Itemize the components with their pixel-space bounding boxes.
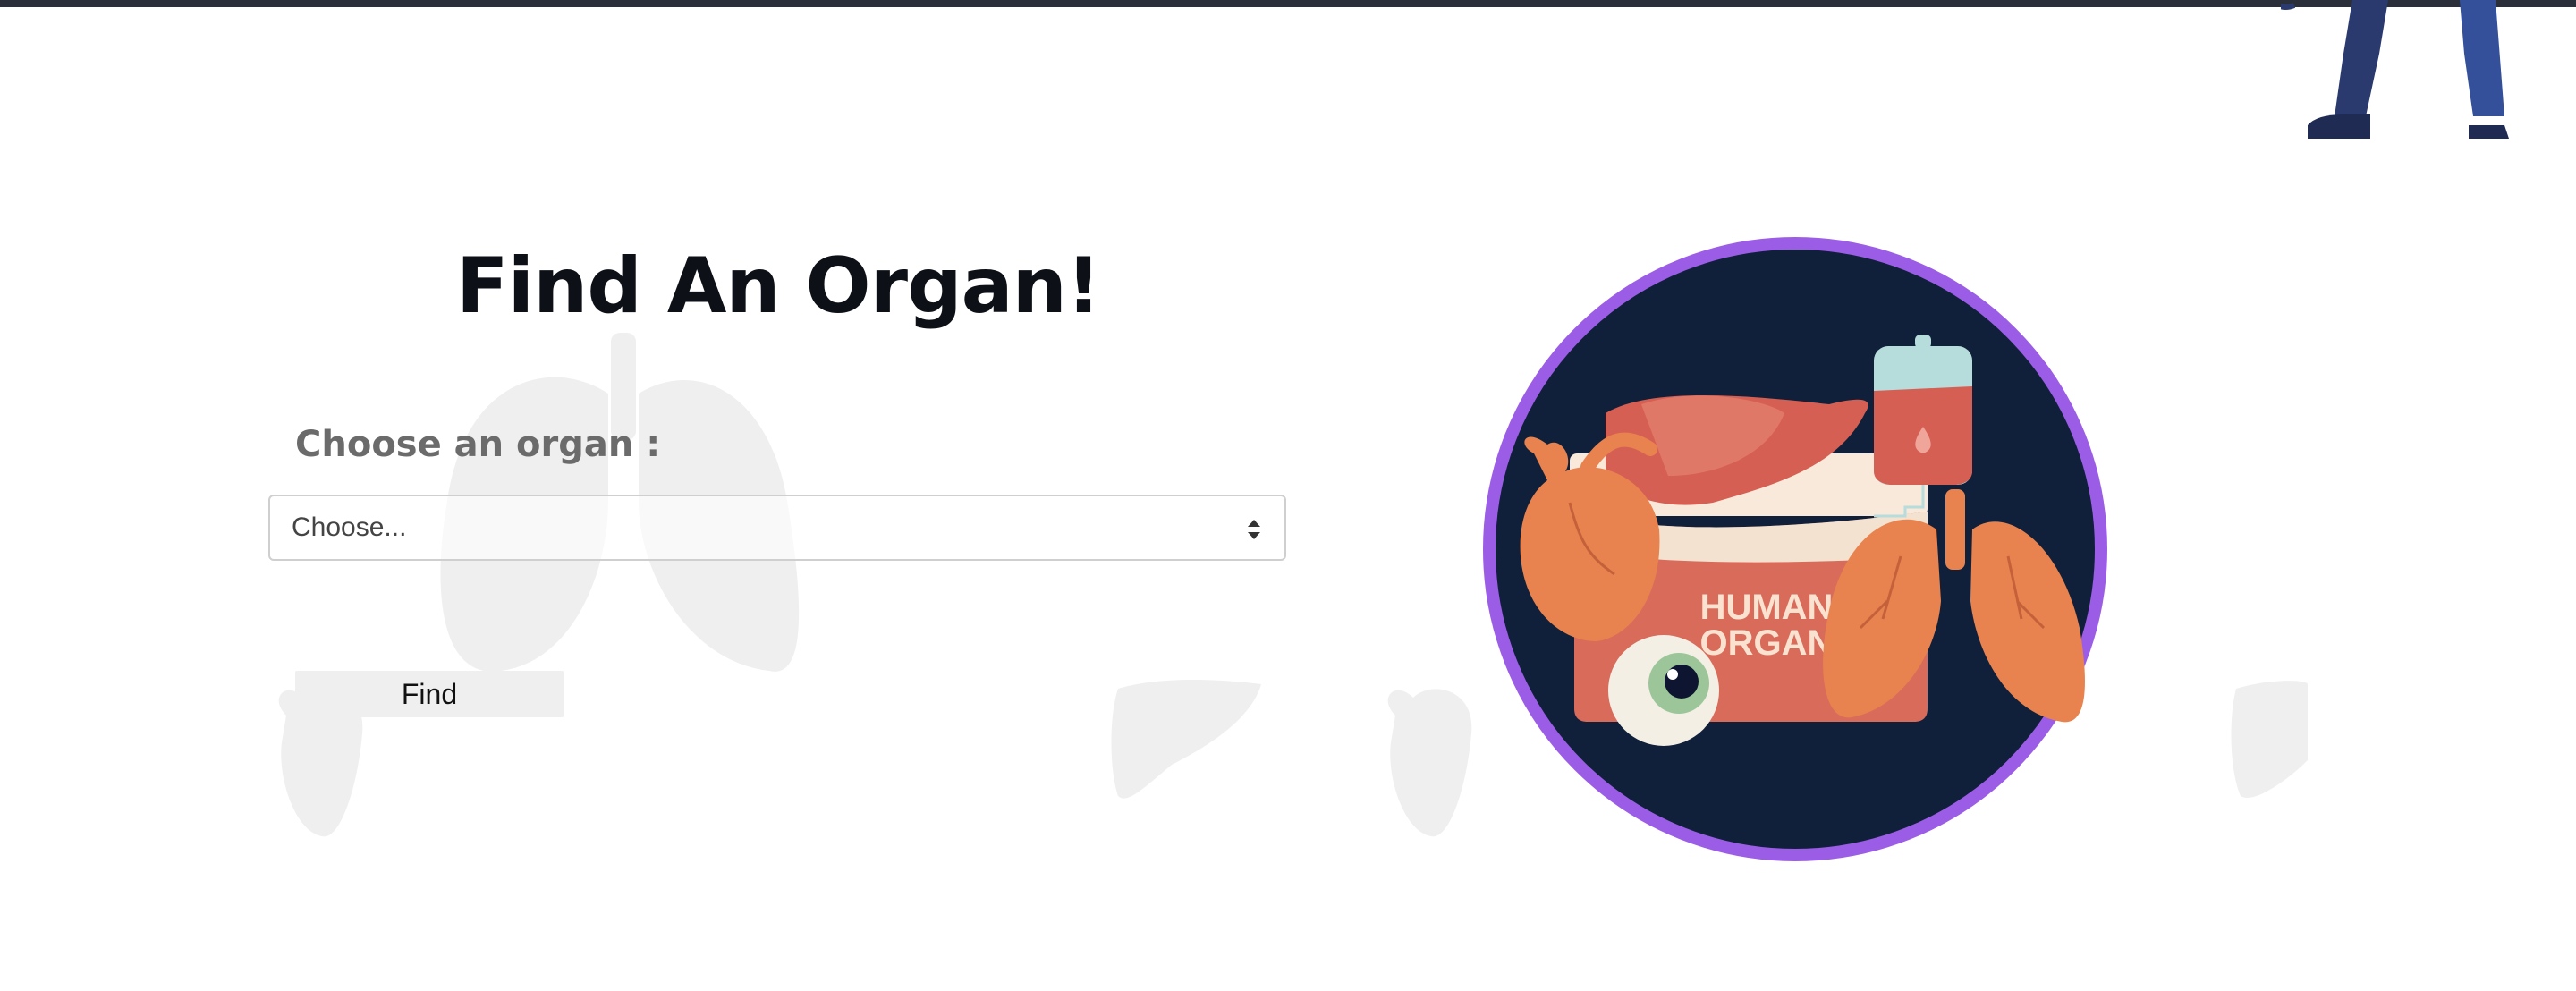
sort-arrows-icon	[1248, 520, 1260, 539]
organ-select-value: Choose...	[292, 512, 407, 542]
illustration-text-organ: ORGAN	[1700, 623, 1834, 663]
find-button[interactable]: Find	[295, 671, 564, 717]
page-title: Find An Organ!	[455, 241, 1101, 331]
choose-organ-label: Choose an organ :	[295, 424, 661, 465]
human-organ-illustration: HUMAN ORGAN	[1483, 237, 2107, 861]
organ-select[interactable]: Choose...	[268, 495, 1286, 561]
illustration-text-human: HUMAN	[1700, 588, 1834, 627]
